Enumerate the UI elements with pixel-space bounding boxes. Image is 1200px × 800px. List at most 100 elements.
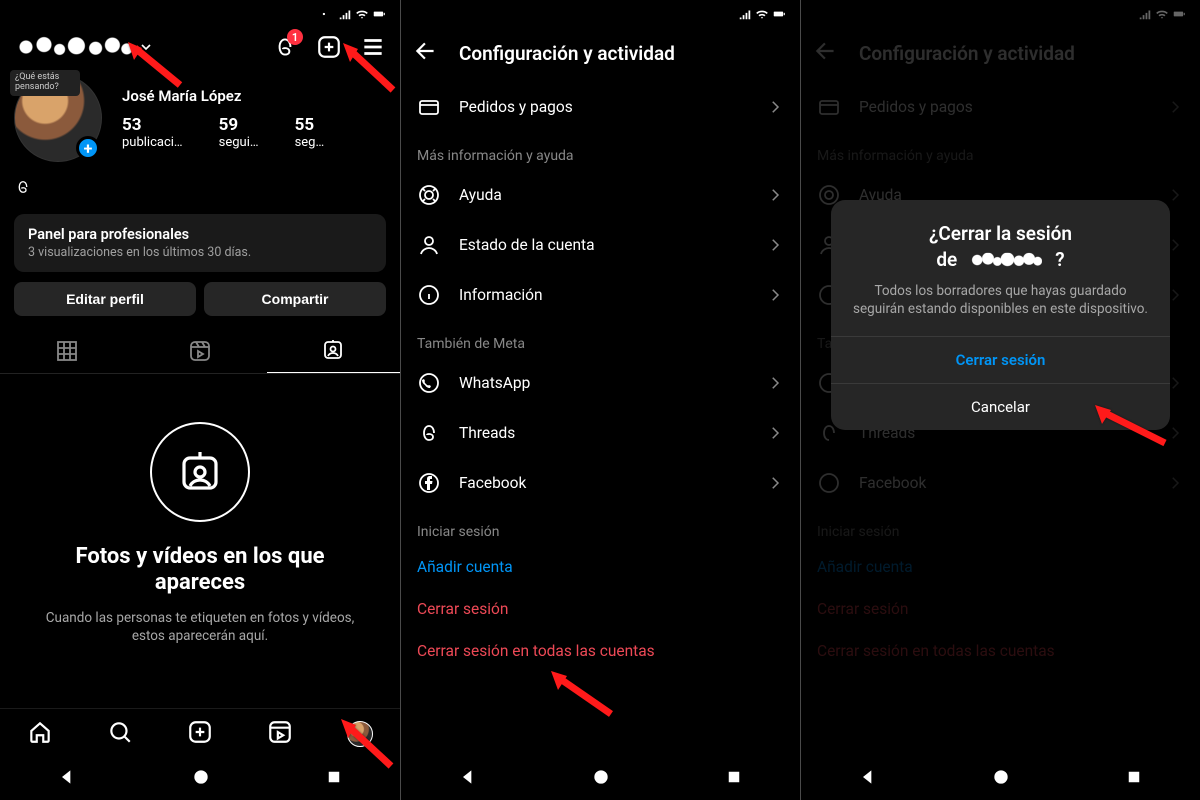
profile-stats-row: ¿Qué estás pensando? + José María López … [0, 68, 400, 174]
screen-profile: 1 ¿Qué estás pensando? + José María Lópe… [0, 0, 400, 800]
plus-square-icon [316, 34, 342, 60]
stat-posts[interactable]: 53 publicaci… [122, 115, 183, 150]
empty-tagged-state: Fotos y vídeos en los que apareces Cuand… [0, 374, 400, 665]
row-logout-all[interactable]: Cerrar sesión en todas las cuentas [401, 630, 800, 672]
nav-search[interactable] [107, 719, 133, 749]
signal-icon [338, 7, 352, 21]
threads-button[interactable]: 1 [272, 34, 298, 60]
bottom-nav [0, 708, 400, 758]
whatsapp-icon [417, 371, 441, 395]
avatar-story[interactable]: ¿Qué estás pensando? + [14, 74, 102, 162]
row-threads[interactable]: Threads [401, 408, 800, 458]
back-button[interactable] [458, 767, 478, 791]
screen-logout-dialog: Configuración y actividad Pedidos y pago… [800, 0, 1200, 800]
row-facebook[interactable]: Facebook [401, 458, 800, 508]
arrow-left-icon [413, 38, 439, 64]
empty-subtitle: Cuando las personas te etiqueten en foto… [40, 609, 360, 645]
signal-icon [738, 7, 752, 21]
pro-panel-subtitle: 3 visualizaciones en los últimos 30 días… [28, 245, 372, 260]
android-nav [0, 758, 400, 800]
stat-followers[interactable]: 59 segui… [219, 115, 259, 150]
stat-following[interactable]: 55 seg… [295, 115, 325, 150]
tab-reels[interactable] [133, 328, 266, 373]
home-button[interactable] [191, 767, 211, 791]
battery-icon [772, 7, 786, 21]
share-profile-button[interactable]: Compartir [204, 282, 386, 316]
tagged-icon [176, 448, 224, 496]
search-icon [107, 719, 133, 745]
android-nav [401, 758, 800, 800]
nav-reels[interactable] [267, 719, 293, 749]
edit-profile-button[interactable]: Editar perfil [14, 282, 196, 316]
recents-button[interactable] [325, 768, 343, 790]
row-orders[interactable]: Pedidos y pagos [401, 82, 800, 132]
back-button[interactable] [413, 38, 439, 68]
chevron-right-icon [766, 186, 784, 204]
threads-icon [14, 178, 32, 196]
plus-square-icon [187, 719, 213, 745]
status-bar [401, 0, 800, 28]
story-prompt: ¿Qué estás pensando? [10, 70, 80, 96]
dialog-title: ¿Cerrar la sesión de ? [851, 222, 1150, 272]
logout-dialog: ¿Cerrar la sesión de ? Todos los borrado… [831, 200, 1170, 430]
section-meta: También de Meta [401, 320, 800, 358]
dialog-message: Todos los borradores que hayas guardado … [851, 282, 1150, 318]
settings-header: Configuración y actividad [401, 28, 800, 82]
home-button[interactable] [991, 767, 1011, 791]
recents-button[interactable] [725, 768, 743, 790]
wifi-icon [755, 7, 769, 21]
row-help[interactable]: Ayuda [401, 170, 800, 220]
recents-button[interactable] [1125, 768, 1143, 790]
card-icon [417, 95, 441, 119]
reels-icon [188, 339, 212, 363]
pro-panel-title: Panel para profesionales [28, 226, 372, 243]
grid-icon [55, 339, 79, 363]
facebook-icon [417, 471, 441, 495]
empty-title: Fotos y vídeos en los que apareces [40, 544, 360, 597]
hamburger-icon [360, 34, 386, 60]
notification-badge: 1 [287, 29, 303, 45]
person-icon [417, 233, 441, 257]
home-icon [27, 719, 53, 745]
chevron-down-icon [138, 39, 154, 55]
row-info[interactable]: Información [401, 270, 800, 320]
reels-icon [267, 719, 293, 745]
create-button[interactable] [316, 34, 342, 60]
threads-handle-row[interactable] [0, 174, 400, 210]
android-nav [801, 758, 1200, 800]
tab-grid[interactable] [0, 328, 133, 373]
back-button[interactable] [57, 767, 77, 791]
dialog-cancel-button[interactable]: Cancelar [831, 383, 1170, 430]
back-button[interactable] [858, 767, 878, 791]
avatar-icon [347, 721, 373, 747]
battery-icon [372, 7, 386, 21]
status-bar [0, 0, 400, 28]
row-account-status[interactable]: Estado de la cuenta [401, 220, 800, 270]
row-logout[interactable]: Cerrar sesión [401, 588, 800, 630]
nav-create[interactable] [187, 719, 213, 749]
menu-button[interactable] [360, 34, 386, 60]
nav-home[interactable] [27, 719, 53, 749]
nav-profile[interactable] [347, 721, 373, 747]
add-story-badge[interactable]: + [76, 136, 100, 160]
profile-header: 1 [0, 28, 400, 68]
row-add-account[interactable]: Añadir cuenta [401, 546, 800, 588]
wifi-dot-icon [321, 7, 335, 21]
chevron-right-icon [766, 424, 784, 442]
screen-settings: Configuración y actividad Pedidos y pago… [400, 0, 800, 800]
username-redacted [970, 252, 1042, 266]
dialog-confirm-button[interactable]: Cerrar sesión [831, 336, 1170, 383]
info-icon [417, 283, 441, 307]
profile-tabs [0, 328, 400, 374]
threads-icon [417, 421, 441, 445]
pro-dashboard-panel[interactable]: Panel para profesionales 3 visualizacion… [14, 214, 386, 272]
chevron-right-icon [766, 474, 784, 492]
home-button[interactable] [591, 767, 611, 791]
wifi-icon [355, 7, 369, 21]
settings-title: Configuración y actividad [459, 42, 675, 65]
username-dropdown[interactable] [14, 35, 154, 59]
chevron-right-icon [766, 374, 784, 392]
chevron-right-icon [766, 98, 784, 116]
tab-tagged[interactable] [267, 328, 400, 373]
row-whatsapp[interactable]: WhatsApp [401, 358, 800, 408]
